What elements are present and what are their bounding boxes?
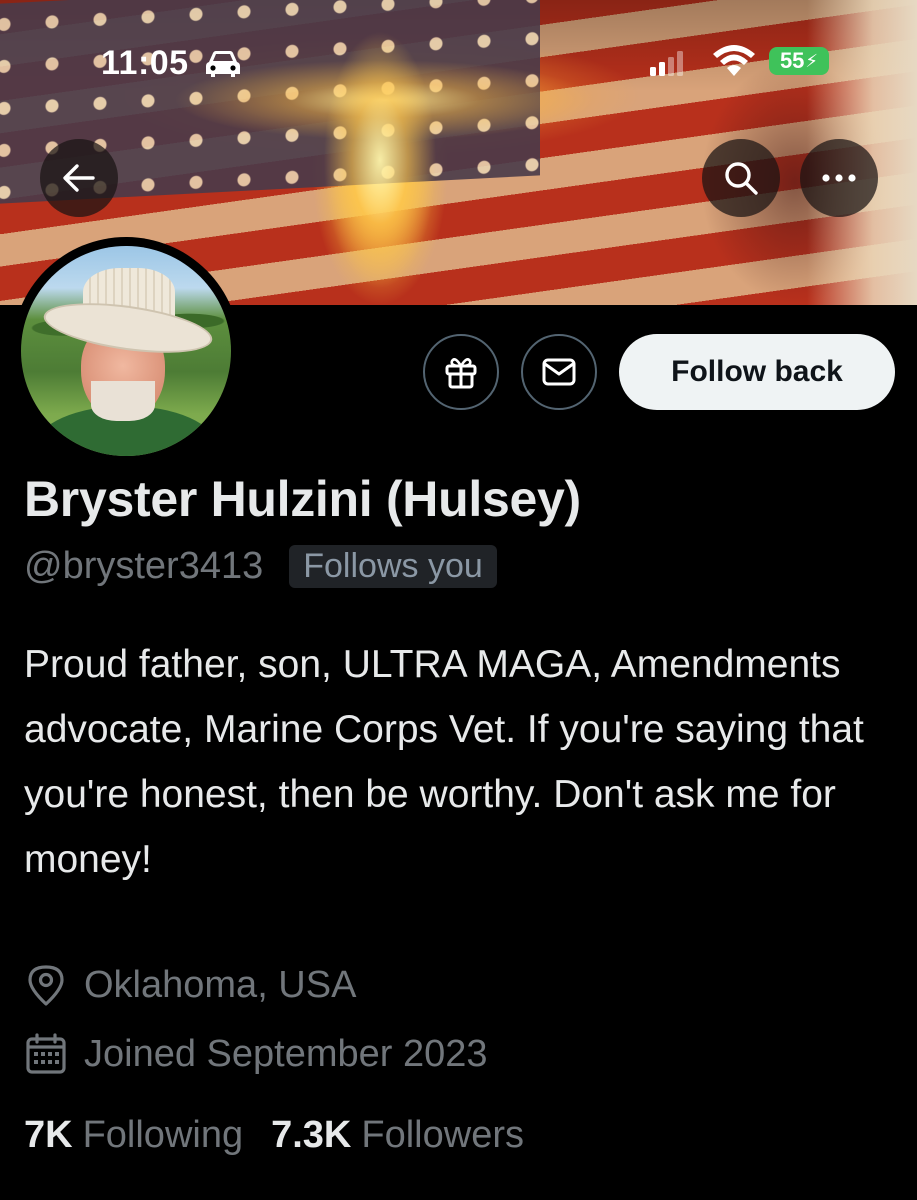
gift-icon	[445, 358, 477, 389]
profile-bio: Proud father, son, ULTRA MAGA, Amendment…	[24, 643, 864, 881]
cellular-signal-icon	[650, 50, 683, 76]
battery-charging-icon: 55 ⚡	[769, 47, 829, 75]
location-text: Oklahoma, USA	[84, 963, 357, 1006]
calendar-icon	[26, 1033, 66, 1074]
avatar-photo	[21, 246, 231, 456]
gift-button[interactable]	[423, 334, 499, 410]
follow-stats: 7K Following 7.3K Followers	[24, 1114, 552, 1157]
message-button[interactable]	[521, 334, 597, 410]
more-button[interactable]	[800, 139, 878, 217]
search-icon	[725, 162, 758, 195]
wifi-icon	[713, 45, 755, 76]
back-button[interactable]	[40, 139, 118, 217]
joined-row: Joined September 2023	[24, 1032, 488, 1076]
avatar[interactable]	[12, 237, 240, 465]
follows-you-badge: Follows you	[289, 545, 497, 588]
search-button[interactable]	[702, 139, 780, 217]
following-count[interactable]: 7K	[24, 1114, 73, 1157]
mail-icon	[542, 358, 576, 386]
car-icon	[206, 51, 240, 77]
status-time: 11:05	[101, 44, 189, 82]
joined-date-text: Joined September 2023	[84, 1032, 488, 1075]
username-handle: @bryster3413	[24, 545, 264, 587]
followers-count[interactable]: 7.3K	[271, 1114, 351, 1157]
battery-level: 55	[779, 48, 805, 73]
arrow-left-icon	[63, 164, 95, 192]
location-row: Oklahoma, USA	[24, 963, 356, 1007]
follow-back-button[interactable]: Follow back	[619, 334, 895, 410]
following-label[interactable]: Following	[83, 1114, 244, 1157]
status-bar: 11:05 55 ⚡	[0, 0, 917, 110]
display-name: Bryster Hulzini (Hulsey)	[24, 471, 581, 527]
more-horizontal-icon	[822, 174, 856, 182]
followers-label[interactable]: Followers	[361, 1114, 524, 1157]
handle-row: @bryster3413 Follows you	[24, 545, 497, 588]
location-pin-icon	[28, 965, 64, 1006]
